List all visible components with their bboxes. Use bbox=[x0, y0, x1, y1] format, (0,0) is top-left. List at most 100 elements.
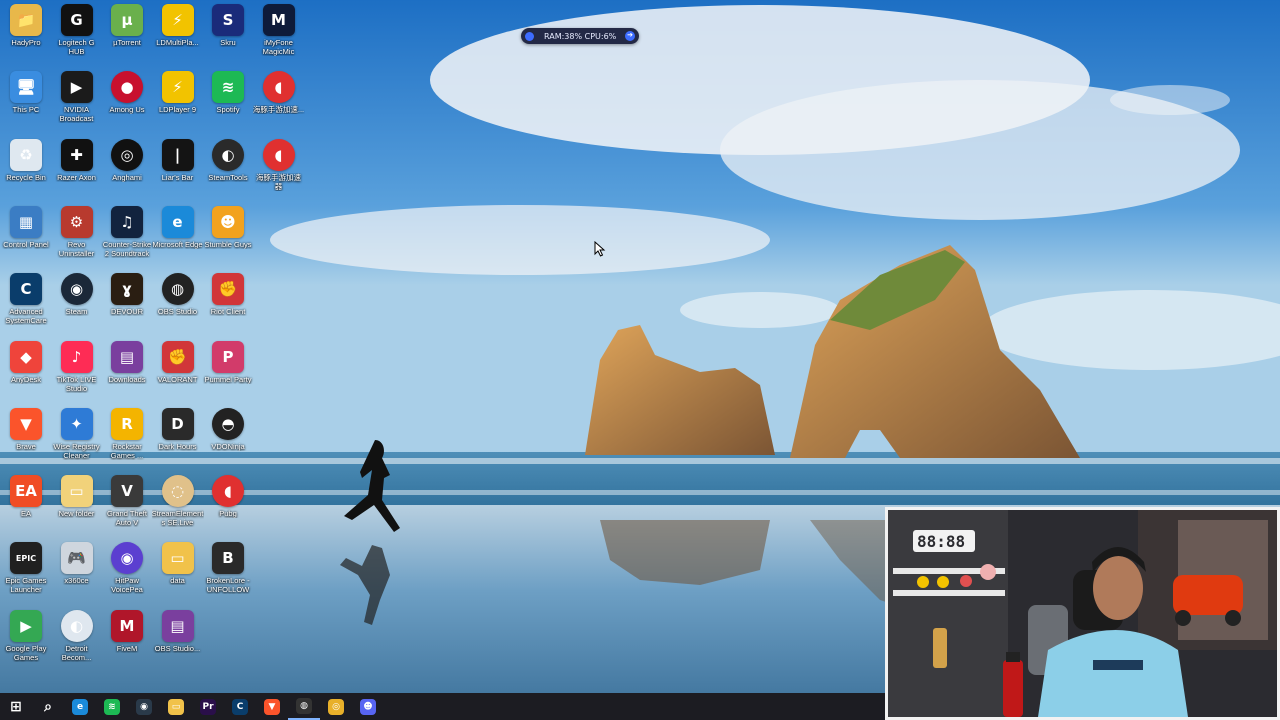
desktop-icon[interactable]: S Skru bbox=[202, 0, 254, 66]
app-icon: R bbox=[111, 407, 143, 440]
desktop-icon[interactable]: ▭ data bbox=[152, 538, 204, 604]
desktop-icon[interactable]: ◉ Steam bbox=[51, 269, 103, 335]
desktop-icon[interactable]: P Pummel Party bbox=[202, 337, 254, 403]
desktop-icon-label: Dark Hours bbox=[158, 441, 197, 451]
desktop-icon[interactable]: ▶ Google Play Games bbox=[0, 606, 52, 672]
app-icon: ◌ bbox=[161, 475, 194, 508]
desktop-icon[interactable]: D Dark Hours bbox=[152, 404, 204, 470]
desktop-icon[interactable]: ◖ 海豚手游加速器 bbox=[253, 135, 305, 201]
desktop-icon[interactable]: ◐ Detroit Becom... bbox=[51, 606, 103, 672]
taskbar-start-button[interactable]: ⊞ bbox=[0, 693, 32, 720]
desktop-icon[interactable]: MiMyFone MagicMic bbox=[253, 0, 305, 66]
desktop-icon[interactable]: ⚡ LDMultiPla... bbox=[152, 0, 204, 66]
taskbar-edge-button[interactable]: e bbox=[64, 693, 96, 720]
app-icon: ▭ bbox=[60, 475, 93, 508]
desktop-icon[interactable]: ◖ 海豚手游加速... bbox=[253, 67, 305, 133]
desktop-icon[interactable]: ▦ Control Panel bbox=[0, 202, 52, 268]
app-icon: ɣ bbox=[111, 273, 143, 306]
desktop-icon[interactable]: ● Among Us bbox=[101, 67, 153, 133]
desktop-icon-label: BrokenLore - UNFOLLOW bbox=[206, 576, 250, 595]
desktop-icon[interactable]: V Grand Theft Auto V bbox=[101, 471, 153, 537]
app-icon: ▭ bbox=[161, 542, 194, 575]
taskbar-obs-button[interactable]: ◍ bbox=[288, 693, 320, 720]
taskbar-premiere-button[interactable]: Pr bbox=[192, 693, 224, 720]
desktop-icon-label: Skru bbox=[220, 38, 236, 47]
taskbar-search-button[interactable]: ⌕ bbox=[32, 693, 64, 720]
edge-icon: e bbox=[72, 698, 88, 715]
desktop-icon[interactable]: ⚙ Revo Uninstaller bbox=[51, 202, 103, 268]
taskbar-chrome-button[interactable]: ◎ bbox=[320, 693, 352, 720]
desktop-icon-label: SteamTools bbox=[208, 172, 248, 182]
desktop-icon[interactable]: ▶ NVIDIA Broadcast bbox=[51, 67, 103, 133]
desktop-icon[interactable]: M FiveM bbox=[101, 606, 153, 672]
app-icon: ☻ bbox=[212, 205, 244, 238]
desktop-icon[interactable]: G Logitech G HUB bbox=[51, 0, 103, 66]
system-monitor-text: RAM:38% CPU:6% bbox=[544, 31, 617, 41]
taskbar-spotify-button[interactable]: ≋ bbox=[96, 693, 128, 720]
desktop-icon[interactable]: ▼ Brave bbox=[0, 404, 52, 470]
desktop-icon-label: x360ce bbox=[64, 576, 89, 586]
desktop-icon[interactable]: µ µTorrent bbox=[101, 0, 153, 66]
desktop-icon[interactable]: ◌ StreamElements SE.Live bbox=[152, 471, 204, 537]
app-icon: ✚ bbox=[60, 138, 93, 171]
desktop-icon[interactable]: ⚡ LDPlayer 9 bbox=[152, 67, 204, 133]
webcam-feed-image: 88:88 bbox=[888, 510, 1277, 717]
desktop-icon[interactable]: ▤ Downloads bbox=[101, 337, 153, 403]
desktop-icon[interactable]: ♪ TikTok LIVE Studio bbox=[51, 337, 103, 403]
arrow-right-icon[interactable]: ➔ bbox=[625, 31, 635, 41]
app-icon: 🖥 bbox=[10, 71, 42, 104]
taskbar-advanced-systemcare-button[interactable]: C bbox=[224, 693, 256, 720]
system-monitor-widget[interactable]: RAM:38% CPU:6% ➔ bbox=[521, 28, 639, 44]
chrome-icon: ◎ bbox=[328, 698, 344, 715]
app-icon: ◆ bbox=[10, 340, 42, 373]
desktop-icon[interactable]: | Liar's Bar bbox=[152, 135, 204, 201]
desktop-icon[interactable]: B BrokenLore - UNFOLLOW bbox=[202, 538, 254, 604]
desktop-icon[interactable]: ✊ VALORANT bbox=[152, 337, 204, 403]
app-icon: ♻ bbox=[10, 138, 42, 171]
app-icon: ⚙ bbox=[60, 205, 93, 238]
desktop-icon[interactable]: ◐ SteamTools bbox=[202, 135, 254, 201]
desktop-icon[interactable]: C Advanced SystemCare bbox=[0, 269, 52, 335]
desktop-icon[interactable]: ✊ Riot Client bbox=[202, 269, 254, 335]
taskbar-steam-button[interactable]: ◉ bbox=[128, 693, 160, 720]
desktop-icon[interactable]: ◎ Anghami bbox=[101, 135, 153, 201]
desktop-icon[interactable]: EPIC Epic Games Launcher bbox=[0, 538, 52, 604]
desktop-icon[interactable]: 🎮 x360ce bbox=[51, 538, 103, 604]
desktop-icon[interactable]: ◍ OBS Studio bbox=[152, 269, 204, 335]
desktop-icon[interactable]: ≋ Spotify bbox=[202, 67, 254, 133]
app-icon: ✊ bbox=[161, 340, 194, 373]
desktop-icon[interactable]: 📁 HadyPro bbox=[0, 0, 52, 66]
desktop-icon-label: LDPlayer 9 bbox=[158, 105, 197, 115]
app-icon: D bbox=[161, 407, 194, 440]
taskbar-discord-button[interactable]: ☻ bbox=[352, 693, 384, 720]
desktop-icon[interactable]: ◆ AnyDesk bbox=[0, 337, 52, 403]
taskbar-file-explorer-button[interactable]: ▭ bbox=[160, 693, 192, 720]
desktop-icon[interactable]: ◉ HitPaw VoicePea bbox=[101, 538, 153, 604]
taskbar-brave-button[interactable]: ▼ bbox=[256, 693, 288, 720]
desktop-icon[interactable]: 🖥 This PC bbox=[0, 67, 52, 133]
desktop-icon-label: 海豚手游加速器 bbox=[256, 172, 301, 191]
desktop-icon[interactable]: ◓ VDONinja bbox=[202, 404, 254, 470]
desktop-icon-label: VDONinja bbox=[211, 441, 245, 451]
desktop-icon[interactable]: ◖ Pubg bbox=[202, 471, 254, 537]
desktop-icon-label: NVIDIA Broadcast bbox=[59, 105, 94, 124]
desktop-icon-label: Wise Registry Cleaner bbox=[53, 441, 100, 460]
desktop-icon[interactable]: R Rockstar Games ... bbox=[101, 404, 153, 470]
desktop-icon[interactable]: ▭ New folder bbox=[51, 471, 103, 537]
desktop-icon[interactable]: ☻ Stumble Guys bbox=[202, 202, 254, 268]
desktop-icon[interactable]: EA EA bbox=[0, 471, 52, 537]
desktop-icon[interactable]: ɣ DEVOUR bbox=[101, 269, 153, 335]
app-icon: ◎ bbox=[111, 138, 143, 171]
desktop-icon[interactable]: ✦ Wise Registry Cleaner bbox=[51, 404, 103, 470]
desktop-icon[interactable]: ✚ Razer Axon bbox=[51, 135, 103, 201]
app-icon: e bbox=[161, 205, 194, 238]
desktop-icon[interactable]: ♻ Recycle Bin bbox=[0, 135, 52, 201]
desktop-icon[interactable]: ♫ Counter-Strike 2 Soundtrack bbox=[101, 202, 153, 268]
desktop-icon-label: Recycle Bin bbox=[6, 172, 46, 182]
desktop-icon-label: iMyFone MagicMic bbox=[262, 38, 295, 56]
desktop-icon[interactable]: ▤ OBS Studio... bbox=[152, 606, 204, 672]
desktop-icon[interactable]: e Microsoft Edge bbox=[152, 202, 204, 268]
desktop-icon-label: data bbox=[170, 576, 185, 586]
start-icon: ⊞ bbox=[10, 698, 22, 715]
app-icon: P bbox=[212, 340, 244, 373]
